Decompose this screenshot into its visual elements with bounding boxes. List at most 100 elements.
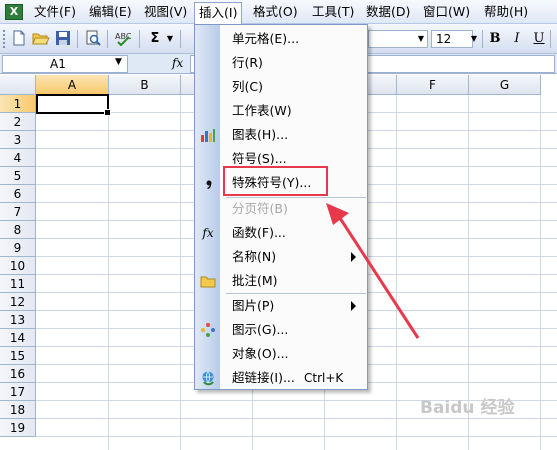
row-header[interactable]: 3 [0, 131, 36, 149]
toolbar-separator [139, 30, 140, 48]
active-cell[interactable] [36, 94, 111, 116]
menu-item-rows[interactable]: 行(R) [195, 51, 367, 75]
toolbar-grip[interactable] [3, 30, 6, 48]
underline-button[interactable]: U [529, 30, 549, 48]
grid-hline [36, 418, 557, 419]
toolbar-separator [482, 30, 483, 48]
watermark: Baidu 经验 [420, 398, 515, 418]
new-icon[interactable] [9, 30, 29, 48]
insert-menu-dropdown: 单元格(E)... 行(R) 列(C) 工作表(W) 图表(H)... 符号(S… [194, 24, 368, 390]
menu-data[interactable]: 数据(D) [362, 3, 414, 21]
row-header[interactable]: 19 [0, 419, 36, 437]
column-header[interactable]: F [397, 75, 469, 95]
menu-item-chart[interactable]: 图表(H)... [195, 123, 367, 147]
submenu-arrow-icon [351, 301, 356, 311]
menu-tools[interactable]: 工具(T) [308, 3, 358, 21]
menu-item-columns[interactable]: 列(C) [195, 75, 367, 99]
menu-item-label: 批注(M) [232, 273, 278, 288]
menu-item-label: 工作表(W) [232, 103, 292, 118]
autosum-icon[interactable]: Σ [145, 30, 165, 48]
spelling-icon[interactable]: ABC [113, 30, 133, 48]
font-name-dropdown-icon[interactable]: ▼ [415, 30, 427, 48]
row-header[interactable]: 11 [0, 275, 36, 293]
menu-item-object[interactable]: 对象(O)... [195, 342, 367, 366]
row-header[interactable]: 6 [0, 185, 36, 203]
column-header[interactable]: A [36, 75, 109, 95]
row-header[interactable]: 16 [0, 365, 36, 383]
menu-item-label: 单元格(E)... [232, 31, 300, 46]
column-header[interactable]: G [469, 75, 541, 95]
row-header[interactable]: 4 [0, 149, 36, 167]
menu-item-name[interactable]: 名称(N) [195, 245, 367, 269]
chart-icon [200, 127, 216, 143]
menu-item-label: 超链接(I)... [232, 370, 295, 385]
menu-item-hyperlink[interactable]: 超链接(I)... Ctrl+K [195, 366, 367, 390]
row-header[interactable]: 2 [0, 113, 36, 131]
diagram-icon [200, 322, 216, 338]
menu-item-label: 图表(H)... [232, 127, 289, 142]
menu-item-page-break: 分页符(B) [195, 197, 367, 221]
menu-item-cells[interactable]: 单元格(E)... [195, 27, 367, 51]
toolbar-separator [180, 30, 181, 48]
row-header[interactable]: 17 [0, 383, 36, 401]
menu-item-function[interactable]: fx 函数(F)... [195, 221, 367, 245]
menu-item-picture[interactable]: 图片(P) [195, 294, 367, 318]
font-size-dropdown-icon[interactable]: ▼ [468, 30, 480, 48]
menu-item-label: 名称(N) [232, 249, 277, 264]
font-size-combo[interactable]: 12 [431, 30, 473, 48]
menu-help[interactable]: 帮助(H) [480, 3, 532, 21]
name-box-dropdown-icon[interactable]: ▼ [115, 57, 122, 67]
menu-file[interactable]: 文件(F) [30, 3, 80, 21]
menu-item-label: 对象(O)... [232, 346, 289, 361]
menu-edit[interactable]: 编辑(E) [85, 3, 136, 21]
menu-view[interactable]: 视图(V) [140, 3, 191, 21]
italic-button[interactable]: I [507, 30, 527, 48]
hyperlink-icon [200, 370, 216, 386]
row-header[interactable]: 7 [0, 203, 36, 221]
menu-item-diagram[interactable]: 图示(G)... [195, 318, 367, 342]
menu-item-worksheet[interactable]: 工作表(W) [195, 99, 367, 123]
name-box-value: A1 [50, 57, 66, 71]
highlight-box [223, 166, 328, 196]
row-header[interactable]: 5 [0, 167, 36, 185]
open-icon[interactable] [31, 30, 51, 48]
menu-item-label: 列(C) [232, 79, 263, 94]
row-header[interactable]: 14 [0, 329, 36, 347]
row-header[interactable]: 15 [0, 347, 36, 365]
function-icon: fx [202, 226, 214, 240]
row-header[interactable]: 13 [0, 311, 36, 329]
toolbar-separator [77, 30, 78, 48]
menu-item-label: 图示(G)... [232, 322, 289, 337]
bold-button[interactable]: B [485, 30, 505, 48]
menu-item-label: 行(R) [232, 55, 263, 70]
row-header[interactable]: 18 [0, 401, 36, 419]
row-header[interactable]: 10 [0, 257, 36, 275]
menu-item-comment[interactable]: 批注(M) [195, 269, 367, 293]
menu-insert[interactable]: 插入(I) [194, 2, 243, 24]
special-symbol-icon [200, 175, 216, 191]
toolbar-separator [107, 30, 108, 48]
menu-item-shortcut: Ctrl+K [304, 371, 344, 385]
comment-icon [200, 273, 216, 289]
menu-item-label: 函数(F)... [232, 225, 286, 240]
name-box[interactable]: A1 ▼ [2, 55, 128, 73]
menu-item-label: 分页符(B) [232, 201, 288, 216]
row-header[interactable]: 8 [0, 221, 36, 239]
save-icon[interactable] [53, 30, 73, 48]
submenu-arrow-icon [351, 252, 356, 262]
insert-function-icon[interactable]: fx [172, 56, 183, 70]
column-header[interactable]: B [109, 75, 181, 95]
excel-app-icon[interactable]: X [5, 4, 23, 20]
autosum-dropdown-icon[interactable]: ▼ [164, 30, 176, 48]
menu-bar: X 文件(F) 编辑(E) 视图(V) 插入(I) 格式(O) 工具(T) 数据… [0, 0, 557, 24]
svg-text:ABC: ABC [115, 32, 132, 41]
row-header[interactable]: 1 [0, 95, 36, 113]
row-header[interactable]: 12 [0, 293, 36, 311]
select-all-corner[interactable] [0, 75, 36, 95]
toolbar-separator [550, 30, 551, 48]
grid-hline [36, 436, 557, 437]
menu-window[interactable]: 窗口(W) [419, 3, 474, 21]
row-header[interactable]: 9 [0, 239, 36, 257]
print-preview-icon[interactable] [83, 30, 103, 48]
menu-format[interactable]: 格式(O) [249, 3, 302, 21]
